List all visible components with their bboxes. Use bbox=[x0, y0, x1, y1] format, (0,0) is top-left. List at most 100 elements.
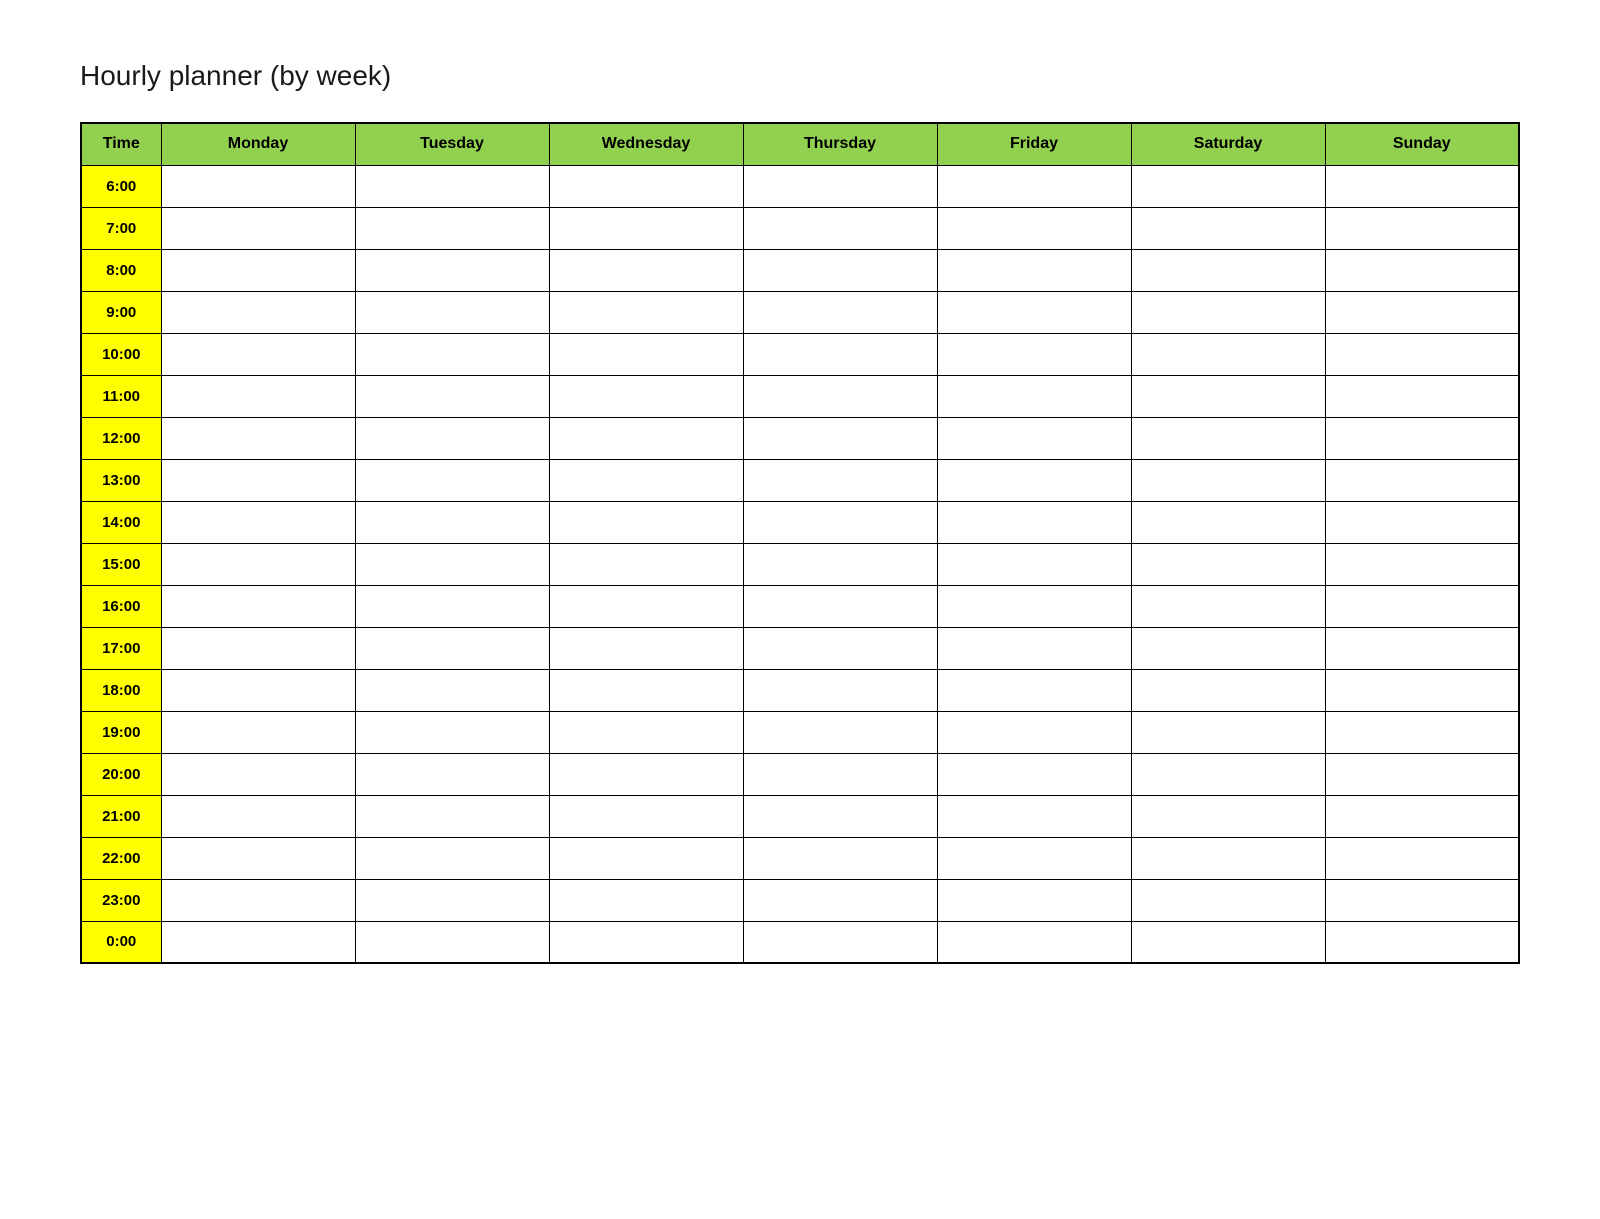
data-cell-8-0[interactable] bbox=[161, 501, 355, 543]
data-cell-18-2[interactable] bbox=[549, 921, 743, 963]
data-cell-2-4[interactable] bbox=[937, 249, 1131, 291]
data-cell-14-5[interactable] bbox=[1131, 753, 1325, 795]
data-cell-1-5[interactable] bbox=[1131, 207, 1325, 249]
data-cell-7-4[interactable] bbox=[937, 459, 1131, 501]
data-cell-13-4[interactable] bbox=[937, 711, 1131, 753]
data-cell-9-4[interactable] bbox=[937, 543, 1131, 585]
data-cell-8-6[interactable] bbox=[1325, 501, 1519, 543]
data-cell-4-6[interactable] bbox=[1325, 333, 1519, 375]
data-cell-11-3[interactable] bbox=[743, 627, 937, 669]
data-cell-0-6[interactable] bbox=[1325, 165, 1519, 207]
data-cell-7-0[interactable] bbox=[161, 459, 355, 501]
data-cell-16-5[interactable] bbox=[1131, 837, 1325, 879]
data-cell-14-1[interactable] bbox=[355, 753, 549, 795]
data-cell-8-3[interactable] bbox=[743, 501, 937, 543]
data-cell-18-3[interactable] bbox=[743, 921, 937, 963]
data-cell-18-0[interactable] bbox=[161, 921, 355, 963]
data-cell-6-2[interactable] bbox=[549, 417, 743, 459]
data-cell-5-2[interactable] bbox=[549, 375, 743, 417]
data-cell-14-3[interactable] bbox=[743, 753, 937, 795]
data-cell-14-2[interactable] bbox=[549, 753, 743, 795]
data-cell-8-2[interactable] bbox=[549, 501, 743, 543]
data-cell-3-1[interactable] bbox=[355, 291, 549, 333]
data-cell-16-4[interactable] bbox=[937, 837, 1131, 879]
data-cell-1-1[interactable] bbox=[355, 207, 549, 249]
data-cell-13-2[interactable] bbox=[549, 711, 743, 753]
data-cell-10-4[interactable] bbox=[937, 585, 1131, 627]
data-cell-18-1[interactable] bbox=[355, 921, 549, 963]
data-cell-0-0[interactable] bbox=[161, 165, 355, 207]
data-cell-11-4[interactable] bbox=[937, 627, 1131, 669]
data-cell-3-4[interactable] bbox=[937, 291, 1131, 333]
data-cell-2-5[interactable] bbox=[1131, 249, 1325, 291]
data-cell-3-6[interactable] bbox=[1325, 291, 1519, 333]
data-cell-2-3[interactable] bbox=[743, 249, 937, 291]
data-cell-3-2[interactable] bbox=[549, 291, 743, 333]
data-cell-17-2[interactable] bbox=[549, 879, 743, 921]
data-cell-8-5[interactable] bbox=[1131, 501, 1325, 543]
data-cell-15-1[interactable] bbox=[355, 795, 549, 837]
data-cell-7-2[interactable] bbox=[549, 459, 743, 501]
data-cell-6-0[interactable] bbox=[161, 417, 355, 459]
data-cell-12-3[interactable] bbox=[743, 669, 937, 711]
data-cell-10-3[interactable] bbox=[743, 585, 937, 627]
data-cell-15-4[interactable] bbox=[937, 795, 1131, 837]
data-cell-4-1[interactable] bbox=[355, 333, 549, 375]
data-cell-16-1[interactable] bbox=[355, 837, 549, 879]
data-cell-7-6[interactable] bbox=[1325, 459, 1519, 501]
data-cell-12-2[interactable] bbox=[549, 669, 743, 711]
data-cell-6-5[interactable] bbox=[1131, 417, 1325, 459]
data-cell-15-3[interactable] bbox=[743, 795, 937, 837]
data-cell-1-2[interactable] bbox=[549, 207, 743, 249]
data-cell-1-0[interactable] bbox=[161, 207, 355, 249]
data-cell-9-2[interactable] bbox=[549, 543, 743, 585]
data-cell-5-4[interactable] bbox=[937, 375, 1131, 417]
data-cell-9-0[interactable] bbox=[161, 543, 355, 585]
data-cell-5-3[interactable] bbox=[743, 375, 937, 417]
data-cell-4-3[interactable] bbox=[743, 333, 937, 375]
data-cell-12-4[interactable] bbox=[937, 669, 1131, 711]
data-cell-9-3[interactable] bbox=[743, 543, 937, 585]
data-cell-11-2[interactable] bbox=[549, 627, 743, 669]
data-cell-7-1[interactable] bbox=[355, 459, 549, 501]
data-cell-6-6[interactable] bbox=[1325, 417, 1519, 459]
data-cell-5-5[interactable] bbox=[1131, 375, 1325, 417]
data-cell-0-5[interactable] bbox=[1131, 165, 1325, 207]
data-cell-13-1[interactable] bbox=[355, 711, 549, 753]
data-cell-14-4[interactable] bbox=[937, 753, 1131, 795]
data-cell-17-0[interactable] bbox=[161, 879, 355, 921]
data-cell-12-0[interactable] bbox=[161, 669, 355, 711]
data-cell-12-1[interactable] bbox=[355, 669, 549, 711]
data-cell-3-3[interactable] bbox=[743, 291, 937, 333]
data-cell-9-6[interactable] bbox=[1325, 543, 1519, 585]
data-cell-7-3[interactable] bbox=[743, 459, 937, 501]
data-cell-3-0[interactable] bbox=[161, 291, 355, 333]
data-cell-10-5[interactable] bbox=[1131, 585, 1325, 627]
data-cell-15-0[interactable] bbox=[161, 795, 355, 837]
data-cell-4-2[interactable] bbox=[549, 333, 743, 375]
data-cell-7-5[interactable] bbox=[1131, 459, 1325, 501]
data-cell-2-1[interactable] bbox=[355, 249, 549, 291]
data-cell-18-6[interactable] bbox=[1325, 921, 1519, 963]
data-cell-11-6[interactable] bbox=[1325, 627, 1519, 669]
data-cell-5-6[interactable] bbox=[1325, 375, 1519, 417]
data-cell-16-3[interactable] bbox=[743, 837, 937, 879]
data-cell-6-3[interactable] bbox=[743, 417, 937, 459]
data-cell-8-4[interactable] bbox=[937, 501, 1131, 543]
data-cell-11-5[interactable] bbox=[1131, 627, 1325, 669]
data-cell-17-6[interactable] bbox=[1325, 879, 1519, 921]
data-cell-10-1[interactable] bbox=[355, 585, 549, 627]
data-cell-5-1[interactable] bbox=[355, 375, 549, 417]
data-cell-4-5[interactable] bbox=[1131, 333, 1325, 375]
data-cell-2-6[interactable] bbox=[1325, 249, 1519, 291]
data-cell-10-0[interactable] bbox=[161, 585, 355, 627]
data-cell-0-4[interactable] bbox=[937, 165, 1131, 207]
data-cell-6-1[interactable] bbox=[355, 417, 549, 459]
data-cell-5-0[interactable] bbox=[161, 375, 355, 417]
data-cell-0-2[interactable] bbox=[549, 165, 743, 207]
data-cell-15-6[interactable] bbox=[1325, 795, 1519, 837]
data-cell-15-5[interactable] bbox=[1131, 795, 1325, 837]
data-cell-13-3[interactable] bbox=[743, 711, 937, 753]
data-cell-16-6[interactable] bbox=[1325, 837, 1519, 879]
data-cell-16-0[interactable] bbox=[161, 837, 355, 879]
